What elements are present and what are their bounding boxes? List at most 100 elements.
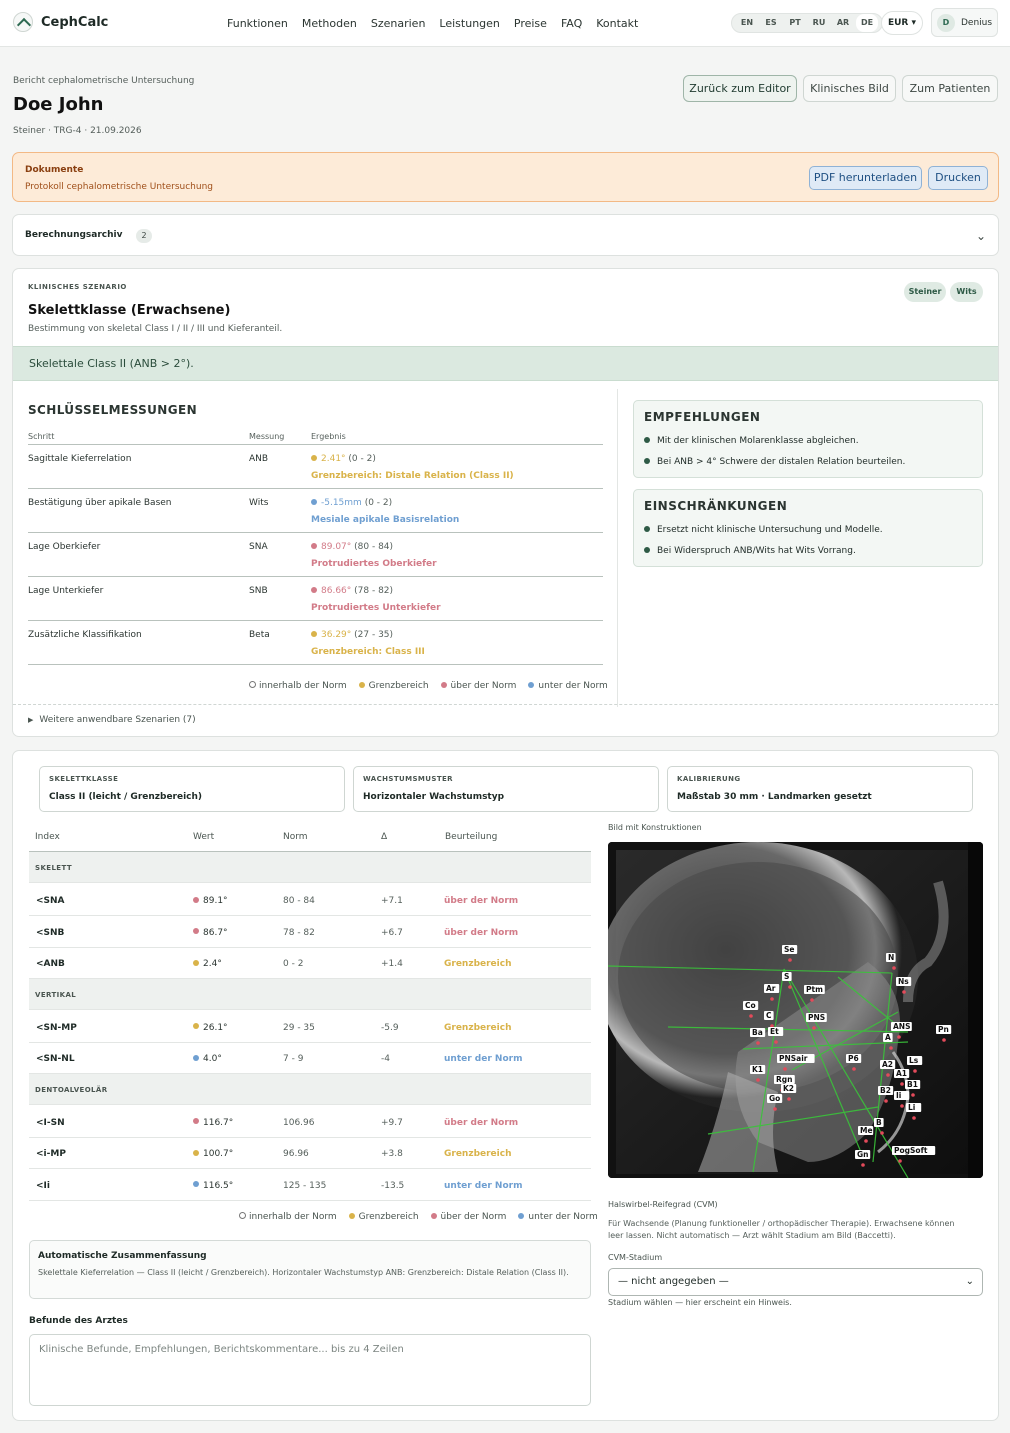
more-scenarios-label: Weitere anwendbare Szenarien (7) [39, 715, 196, 725]
index-delta: +7.1 [381, 896, 403, 906]
landmark-point[interactable] [900, 1104, 904, 1108]
legend-dot-icon [358, 681, 365, 688]
user-name: Denius [961, 17, 993, 28]
value-cell: 86.66° (78 - 82) [311, 586, 393, 596]
legend-dot-icon [528, 681, 535, 688]
landmark-point[interactable] [912, 1116, 916, 1120]
cephalogram-image[interactable]: Se N S Ns Ar Ptm Co C PNS ANS Pn Ba Et A PNSair P6 A2 Ls K… [608, 842, 983, 1178]
clinical-image-button[interactable]: Klinisches Bild [803, 75, 896, 102]
nav-kontakt[interactable]: Kontakt [596, 17, 638, 30]
currency-select[interactable]: EUR ▾ [881, 11, 923, 35]
key-measurement-row: Sagittale Kieferrelation ANB 2.41° (0 - 2)… [28, 444, 603, 488]
lang-ar[interactable]: AR [832, 14, 854, 32]
col-measure: Messung [249, 432, 285, 441]
legend-within: innerhalb der Norm [249, 681, 347, 691]
landmark-point[interactable] [911, 1093, 915, 1097]
landmark-point[interactable] [913, 1069, 917, 1073]
verdict-text: Protrudiertes Unterkiefer [311, 603, 441, 613]
landmark-label: Et [770, 1027, 779, 1036]
lang-ru[interactable]: RU [808, 14, 830, 32]
index-delta: +1.4 [381, 959, 403, 969]
landmark-point[interactable] [861, 1163, 865, 1167]
status-dot-icon [193, 959, 199, 966]
back-to-editor-button[interactable]: Zurück zum Editor [683, 75, 797, 102]
landmark-point[interactable] [812, 1026, 816, 1030]
status-dot-icon [311, 454, 317, 461]
landmark-point[interactable] [749, 1014, 753, 1018]
col-delta: Δ [381, 832, 388, 842]
documents-title: Dokumente [25, 165, 84, 175]
landmark-label: A1 [896, 1069, 907, 1078]
col-result: Ergebnis [311, 432, 346, 441]
legend-dot-icon [518, 1212, 525, 1219]
nav-methoden[interactable]: Methoden [302, 17, 357, 30]
landmark-point[interactable] [756, 1041, 760, 1045]
pdf-download-button[interactable]: PDF herunterladen [809, 166, 922, 190]
landmark-point[interactable] [756, 1078, 760, 1082]
stat-key: KALIBRIERUNG [677, 775, 741, 783]
landmark-point[interactable] [892, 966, 896, 970]
index-verdict: über der Norm [444, 896, 519, 906]
page-title: Doe John [13, 94, 104, 115]
index-verdict: Grenzbereich [444, 959, 512, 969]
lang-de[interactable]: DE [856, 14, 878, 32]
step-text: Bestätigung über apikale Basen [28, 498, 172, 508]
landmark-point[interactable] [884, 1099, 888, 1103]
nav-faq[interactable]: FAQ [561, 17, 582, 30]
findings-textarea[interactable] [29, 1334, 591, 1406]
index-value-text: 2.4° [203, 959, 222, 969]
landmark-label: Gn [857, 1150, 869, 1159]
nav-funktionen[interactable]: Funktionen [227, 17, 288, 30]
user-menu[interactable]: D Denius [931, 8, 998, 37]
auto-summary: Automatische Zusammenfassung Skelettale … [29, 1240, 591, 1299]
landmark-point[interactable] [902, 990, 906, 994]
auto-summary-title: Automatische Zusammenfassung [38, 1251, 207, 1261]
landmark-point[interactable] [787, 1097, 791, 1101]
nav-leistungen[interactable]: Leistungen [439, 17, 499, 30]
landmark-label: Go [769, 1094, 780, 1103]
scenario-eyebrow: KLINISCHES SZENARIO [28, 283, 127, 291]
cvm-stage-select[interactable]: — nicht angegeben — ⌄ [608, 1268, 983, 1296]
to-patient-button[interactable]: Zum Patienten [902, 75, 998, 102]
cvm-title: Halswirbel-Reifegrad (CVM) [608, 1200, 718, 1209]
landmark-point[interactable] [900, 1082, 904, 1086]
lang-es[interactable]: ES [760, 14, 782, 32]
landmark-point[interactable] [788, 958, 792, 962]
landmark-point[interactable] [770, 997, 774, 1001]
status-dot-icon [311, 498, 317, 505]
legend-dot-icon [430, 1212, 437, 1219]
col-value: Wert [193, 832, 215, 842]
landmark-point[interactable] [774, 1040, 778, 1044]
recommendation-item: Bei ANB > 4° Schwere der distalen Relati… [644, 457, 905, 467]
landmark-point[interactable] [889, 1046, 893, 1050]
landmark-label: PNSair [779, 1054, 808, 1063]
nav-preise[interactable]: Preise [514, 17, 547, 30]
main-nav: Funktionen Methoden Szenarien Leistungen… [227, 17, 638, 30]
landmark-point[interactable] [886, 1073, 890, 1077]
landmark-point[interactable] [810, 998, 814, 1002]
bullet-icon [644, 457, 650, 464]
landmark-point[interactable] [880, 1131, 884, 1135]
nav-szenarien[interactable]: Szenarien [371, 17, 426, 30]
landmark-point[interactable] [942, 1038, 946, 1042]
archive-accordion[interactable]: Berechnungsarchiv 2 ⌄ [12, 214, 999, 256]
top-header: CephCalc Funktionen Methoden Szenarien L… [0, 0, 1010, 47]
analysis-card: SKELETTKLASSE Class II (leicht / Grenzbe… [12, 750, 999, 1421]
lang-en[interactable]: EN [736, 14, 758, 32]
landmark-point[interactable] [773, 1107, 777, 1111]
landmark-point[interactable] [897, 1035, 901, 1039]
archive-label: Berechnungsarchiv [25, 230, 123, 240]
landmark-label: Ns [898, 977, 909, 986]
landmark-point[interactable] [788, 985, 792, 989]
landmark-point[interactable] [783, 1067, 787, 1071]
landmark-point[interactable] [864, 1139, 868, 1143]
brand-logo[interactable]: CephCalc [13, 12, 108, 32]
landmark-point[interactable] [898, 1159, 902, 1163]
landmark-point[interactable] [852, 1067, 856, 1071]
more-scenarios-toggle[interactable]: ▶ Weitere anwendbare Szenarien (7) [28, 715, 196, 725]
index-delta: -5.9 [381, 1022, 399, 1033]
legend-below: unter der Norm [518, 1212, 598, 1222]
status-dot-icon [311, 542, 317, 549]
lang-pt[interactable]: PT [784, 14, 806, 32]
print-button[interactable]: Drucken [928, 166, 988, 190]
